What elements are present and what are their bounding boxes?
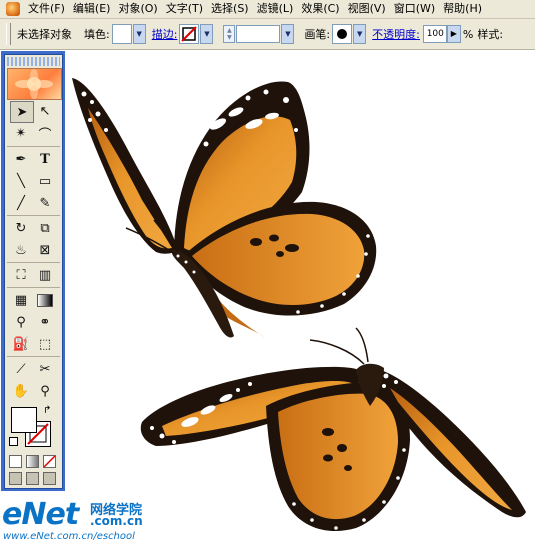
menu-help[interactable]: 帮助(H) (439, 1, 486, 17)
toolbox-divider (7, 215, 60, 216)
toolbox-logo-image[interactable] (7, 68, 62, 100)
stroke-weight-spinner[interactable]: ▲ ▼ (223, 25, 236, 43)
brush-dot-icon (337, 29, 348, 39)
scale-tool-icon[interactable]: ⧉ (34, 218, 56, 238)
app-logo-icon (6, 2, 20, 16)
brush-dropdown[interactable]: ▼ (353, 24, 367, 44)
blend-tool-icon[interactable]: ⚭ (34, 312, 56, 332)
live-paint-selection-tool-icon[interactable]: ⬚ (34, 334, 56, 354)
menu-filter[interactable]: 滤镜(L) (253, 1, 298, 17)
flower-logo-icon (15, 69, 53, 99)
gradient-mode-icon[interactable] (26, 455, 39, 468)
none-mode-icon[interactable] (43, 455, 56, 468)
fill-swatch[interactable] (111, 24, 132, 44)
screen-mode-row (9, 472, 56, 485)
menu-file[interactable]: 文件(F) (24, 1, 69, 17)
pencil-tool-icon[interactable]: ✎ (34, 193, 56, 213)
style-label: 样式: (477, 28, 504, 41)
menu-window[interactable]: 窗口(W) (390, 1, 439, 17)
line-tool-icon[interactable]: ╲ (10, 171, 32, 191)
paintbrush-tool-icon[interactable]: ╱ (10, 193, 32, 213)
live-paint-bucket-tool-icon[interactable]: ⛽ (10, 334, 32, 354)
warp-tool-icon[interactable]: ♨ (10, 240, 32, 260)
brush-swatch[interactable] (332, 24, 353, 44)
stroke-link[interactable]: 描边: (152, 26, 178, 42)
toolbox-divider (7, 262, 60, 263)
toolbox-panel: ➤ ↖ ✴ ⌒ ✒ T ╲ ▭ ╱ ✎ ↻ ⧉ ♨ ⊠ ⛶ ▥ ▦ ⚲ ⚭ ⛽ … (1, 51, 65, 491)
butterfly-upper[interactable] (72, 78, 377, 338)
artboard-canvas[interactable] (66, 50, 535, 541)
full-screen-mode-icon[interactable] (43, 472, 56, 485)
rectangle-tool-icon[interactable]: ▭ (34, 171, 56, 191)
none-slash-icon (43, 455, 56, 468)
selection-tool-icon[interactable]: ➤ (10, 101, 34, 123)
rotate-tool-icon[interactable]: ↻ (10, 218, 32, 238)
toolbox-divider (7, 146, 60, 147)
stroke-swatch[interactable] (179, 24, 200, 44)
stroke-weight-field[interactable] (236, 25, 281, 43)
default-colors-icon[interactable] (9, 437, 18, 446)
opacity-field[interactable]: 100 (422, 25, 447, 43)
control-bar: 未选择对象 填色: ▼ 描边: ▼ ▲ ▼ ▼ 画笔: ▼ 不透明度: 100 ▶… (0, 19, 535, 50)
type-tool-icon[interactable]: T (34, 149, 56, 169)
toolbox-title-bar[interactable] (7, 57, 60, 66)
stroke-dropdown[interactable]: ▼ (200, 24, 214, 44)
toolbox-body: ➤ ↖ ✴ ⌒ ✒ T ╲ ▭ ╱ ✎ ↻ ⧉ ♨ ⊠ ⛶ ▥ ▦ ⚲ ⚭ ⛽ … (4, 54, 63, 489)
fill-label: 填色: (84, 28, 110, 41)
control-bar-grip[interactable] (6, 23, 11, 45)
pen-tool-icon[interactable]: ✒ (10, 149, 32, 169)
scissors-tool-icon[interactable]: ✂ (34, 359, 56, 379)
butterflies-artwork (72, 78, 526, 532)
fill-box[interactable] (11, 407, 37, 433)
toolbox-divider (7, 287, 60, 288)
menu-view[interactable]: 视图(V) (344, 1, 390, 17)
column-graph-tool-icon[interactable]: ▥ (34, 265, 56, 285)
menu-type[interactable]: 文字(T) (162, 1, 207, 17)
selection-status: 未选择对象 (17, 28, 72, 41)
direct-selection-tool-icon[interactable]: ↖ (34, 101, 56, 121)
standard-screen-mode-icon[interactable] (9, 472, 22, 485)
no-stroke-icon (181, 26, 198, 42)
lasso-tool-icon[interactable]: ⌒ (34, 123, 56, 143)
toolbox-divider (7, 356, 60, 357)
watermark: eNet 网络学院 .com.cn www.eNet.com.cn/eschoo… (0, 497, 200, 542)
menu-effect[interactable]: 效果(C) (297, 1, 343, 17)
fill-dropdown[interactable]: ▼ (132, 24, 146, 44)
enet-logo: eNet (2, 497, 79, 532)
color-mode-icon[interactable] (9, 455, 22, 468)
full-screen-menu-mode-icon[interactable] (26, 472, 39, 485)
stroke-weight-dropdown[interactable]: ▼ (281, 24, 295, 44)
zoom-tool-icon[interactable]: ⚲ (34, 381, 56, 401)
watermark-url: www.eNet.com.cn/eschool (3, 531, 135, 542)
slice-tool-icon[interactable]: ⟋ (10, 359, 32, 379)
brush-label: 画笔: (304, 28, 331, 41)
menu-select[interactable]: 选择(S) (207, 1, 253, 17)
watermark-domain: .com.cn (90, 514, 143, 528)
opacity-arrow-button[interactable]: ▶ (446, 25, 461, 43)
fill-stroke-control: ↱ (9, 405, 55, 449)
color-mode-row (9, 455, 56, 468)
free-transform-tool-icon[interactable]: ⊠ (34, 240, 56, 260)
opacity-link[interactable]: 不透明度: (372, 26, 420, 42)
eyedropper-tool-icon[interactable]: ⚲ (10, 312, 32, 332)
swap-fill-stroke-icon[interactable]: ↱ (43, 405, 51, 416)
menu-object[interactable]: 对象(O) (114, 1, 161, 17)
mesh-tool-icon[interactable]: ▦ (10, 290, 32, 310)
percent-label: % (462, 27, 474, 41)
gradient-tool-icon[interactable] (34, 290, 56, 310)
menu-bar: 文件(F) 编辑(E) 对象(O) 文字(T) 选择(S) 滤镜(L) 效果(C… (0, 0, 535, 19)
symbol-sprayer-tool-icon[interactable]: ⛶ (10, 265, 32, 285)
hand-tool-icon[interactable]: ✋ (10, 381, 32, 401)
menu-edit[interactable]: 编辑(E) (69, 1, 115, 17)
magic-wand-tool-icon[interactable]: ✴ (10, 123, 32, 143)
